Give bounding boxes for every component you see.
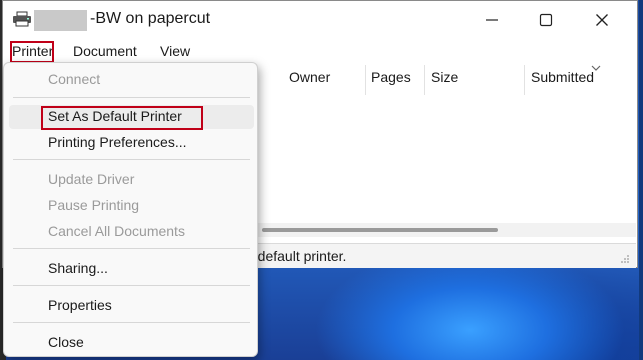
menu-item-sharing[interactable]: Sharing...: [48, 260, 108, 276]
status-text: e default printer.: [246, 248, 347, 264]
menu-item-cancel-all-documents[interactable]: Cancel All Documents: [48, 223, 185, 239]
column-header-pages[interactable]: Pages: [371, 69, 411, 85]
printer-icon: [13, 11, 31, 27]
redacted-printer-name: [34, 10, 87, 31]
menu-item-close[interactable]: Close: [48, 334, 84, 350]
menu-bar: Printer Document View: [3, 39, 637, 63]
minimize-icon: [486, 19, 498, 21]
maximize-button[interactable]: [523, 1, 569, 39]
desktop-edge-right: [639, 0, 643, 360]
menu-item-printing-preferences[interactable]: Printing Preferences...: [48, 134, 187, 150]
window-title: -BW on papercut: [90, 10, 211, 27]
title-bar[interactable]: -BW on papercut: [3, 1, 637, 39]
menu-document[interactable]: Document: [73, 43, 137, 59]
column-header-size[interactable]: Size: [431, 69, 458, 85]
highlight-box-set-default: [41, 106, 203, 130]
menu-item-pause-printing[interactable]: Pause Printing: [48, 197, 139, 213]
menu-item-connect[interactable]: Connect: [48, 71, 100, 87]
menu-separator: [13, 248, 250, 249]
menu-view[interactable]: View: [160, 43, 190, 59]
column-header-submitted[interactable]: Submitted: [531, 69, 594, 85]
scrollbar-thumb[interactable]: [262, 228, 498, 232]
column-header-owner[interactable]: Owner: [289, 69, 330, 85]
close-button[interactable]: [579, 1, 625, 39]
menu-separator: [13, 285, 250, 286]
menu-separator: [13, 322, 250, 323]
chevron-down-icon: [591, 65, 601, 71]
resize-grip-icon[interactable]: [620, 254, 630, 264]
menu-item-update-driver[interactable]: Update Driver: [48, 171, 134, 187]
maximize-icon: [539, 13, 553, 27]
minimize-button[interactable]: [469, 1, 515, 39]
column-divider[interactable]: [524, 65, 525, 95]
column-divider[interactable]: [365, 65, 366, 95]
column-divider[interactable]: [424, 65, 425, 95]
close-icon: [596, 14, 608, 26]
highlight-box-printer-menu: [10, 41, 54, 63]
menu-item-properties[interactable]: Properties: [48, 297, 112, 313]
printer-menu-dropdown: Connect Set As Default Printer Printing …: [3, 62, 258, 357]
menu-separator: [13, 159, 250, 160]
menu-separator: [13, 97, 250, 98]
